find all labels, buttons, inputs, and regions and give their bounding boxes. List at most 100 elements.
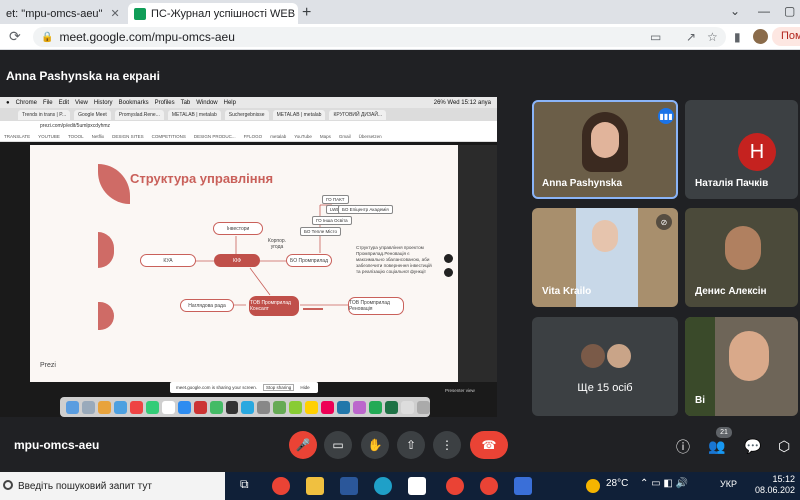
tile-vita[interactable]: ⊘ Vita Krailo — [532, 208, 678, 307]
star-icon[interactable]: ☆ — [707, 30, 718, 44]
chat-icon[interactable]: 💬 — [744, 438, 761, 455]
store-icon[interactable] — [408, 477, 426, 495]
tab-meet[interactable]: et: "mpu-omcs-aeu" ✕ — [0, 3, 125, 24]
person-face — [729, 331, 769, 381]
dock-app-icon — [81, 400, 95, 414]
inner-url: prezi.com/p/edit/5umlpxcdyhmz — [0, 121, 497, 132]
bookmark: TRANSLATE — [4, 134, 31, 139]
tile-anna[interactable]: ▮▮▮ Anna Pashynska — [532, 100, 678, 199]
new-tab-button[interactable]: + — [302, 4, 311, 22]
more-options-button[interactable]: ⋮ — [433, 431, 461, 459]
label-corp: Корпор. угода — [267, 238, 287, 250]
bookmark: YouTube — [294, 134, 312, 139]
sharing-text: meet.google.com is sharing your screen. — [176, 385, 258, 390]
slide-description: Структура управління проектом Промприлад… — [356, 245, 432, 274]
apple-icon: ● — [6, 99, 10, 106]
bookmark: YOUTUBE — [38, 134, 60, 139]
taskbar-clock[interactable]: 15:12 08.06.202 — [755, 474, 795, 496]
bookmark: TOOOL — [67, 134, 84, 139]
menu-item: Help — [223, 99, 236, 106]
close-icon[interactable]: ✕ — [110, 7, 119, 20]
task-view-icon[interactable]: ⧉ — [240, 477, 258, 495]
maximize-icon[interactable]: ▢ — [784, 4, 795, 18]
dock-app-icon — [369, 400, 383, 414]
tray-icons[interactable]: ⌃ ▭ ◧ 🔊 — [640, 478, 688, 489]
bookmark: Gmail — [338, 134, 351, 139]
hang-up-button[interactable]: ☎ — [470, 431, 508, 459]
edge-icon[interactable] — [374, 477, 392, 495]
app-icon[interactable] — [514, 477, 532, 495]
avatar[interactable] — [753, 29, 768, 44]
tile-natalia[interactable]: H Наталія Пачків — [685, 100, 798, 199]
participant-count-badge: 21 — [716, 427, 732, 438]
bookmark: DESIGN SITES — [112, 134, 144, 139]
home-icon[interactable] — [444, 254, 453, 263]
search-placeholder: Введіть пошуковий запит тут — [18, 480, 152, 492]
dock-app-icon — [385, 400, 399, 414]
tile-denis[interactable]: Денис Алексін — [685, 208, 798, 307]
tile-vi[interactable]: Ві — [685, 317, 798, 416]
time: 15:12 — [772, 474, 796, 484]
node-tov-konsalt: ТОВ Промприлад Консалт — [249, 296, 299, 316]
person-face — [725, 226, 761, 270]
activities-icon[interactable]: ⬡ — [778, 438, 790, 455]
word-icon[interactable] — [340, 477, 358, 495]
dock-app-icon — [305, 400, 319, 414]
node-kif: КІФ — [214, 254, 260, 267]
participant-name: Ві — [695, 395, 705, 406]
camera-button[interactable]: ▭ — [324, 431, 352, 459]
minimize-icon[interactable]: — — [758, 4, 770, 18]
mac-dock — [60, 397, 430, 417]
mic-off-button[interactable]: 🎤 — [289, 431, 317, 459]
menu-item: Bookmarks — [118, 99, 149, 106]
dock-app-icon — [113, 400, 127, 414]
present-button[interactable]: ⇧ — [397, 431, 425, 459]
stop-sharing-button: Stop sharing — [263, 384, 295, 391]
address-bar[interactable]: 🔒 meet.google.com/mpu-omcs-aeu — [33, 27, 726, 47]
chrome-icon[interactable] — [480, 477, 498, 495]
dock-app-icon — [401, 400, 414, 414]
node-bo-prom: БО Промприлад — [286, 254, 332, 267]
sidepanel-icon[interactable]: ▮ — [734, 30, 741, 44]
menu-item: Tab — [180, 99, 191, 106]
language-indicator[interactable]: УКР — [720, 479, 737, 489]
info-icon[interactable]: ⓘ — [676, 437, 690, 457]
taskbar-search[interactable]: Введіть пошуковий запит тут — [0, 472, 225, 500]
participant-name: Anna Pashynska — [542, 178, 623, 189]
dock-app-icon — [225, 400, 239, 414]
menu-item: View — [74, 99, 88, 106]
inner-tab: METALAB | metalab — [167, 109, 221, 120]
camera-icon[interactable]: ▭ — [650, 30, 661, 44]
ngo-node: ГО ПАКТ — [322, 195, 349, 204]
tab-title: et: "mpu-omcs-aeu" — [6, 7, 103, 20]
node-tov-renovation: ТОВ Промприлад Реновація — [348, 297, 404, 315]
bookmark: Übersetzen — [358, 134, 382, 139]
weather-temp: 28°C — [606, 478, 629, 489]
share-icon[interactable]: ↗ — [686, 30, 696, 44]
menu-item: Edit — [58, 99, 69, 106]
url-text: meet.google.com/mpu-omcs-aeu — [59, 30, 235, 44]
profile-button[interactable]: Пом — [772, 27, 800, 46]
chevron-down-icon[interactable]: ⌄ — [730, 4, 740, 18]
avatar — [606, 343, 632, 369]
chrome-icon[interactable] — [446, 477, 464, 495]
tab-journal[interactable]: ПС-Журнал успішності WEB v.3 ✕ — [128, 3, 298, 24]
info-icon[interactable] — [444, 268, 453, 277]
dock-app-icon — [161, 400, 175, 414]
avatar — [580, 343, 606, 369]
meeting-code: mpu-omcs-aeu — [14, 438, 100, 452]
chrome-icon[interactable] — [272, 477, 290, 495]
dock-app-icon — [129, 400, 143, 414]
raise-hand-button[interactable]: ✋ — [361, 431, 389, 459]
tile-others[interactable]: Ще 15 осіб — [532, 317, 678, 416]
node-kua: КУА — [140, 254, 196, 267]
person-face — [591, 122, 619, 158]
menu-item: Profiles — [154, 99, 175, 106]
bookmark: COMPETITIONS — [151, 134, 186, 139]
bookmark: Maps — [319, 134, 331, 139]
folder-icon[interactable] — [306, 477, 324, 495]
dock-app-icon — [193, 400, 207, 414]
reload-icon[interactable]: ⟳ — [9, 28, 21, 45]
people-icon[interactable]: 👥 — [708, 438, 725, 455]
person-face — [592, 220, 618, 252]
